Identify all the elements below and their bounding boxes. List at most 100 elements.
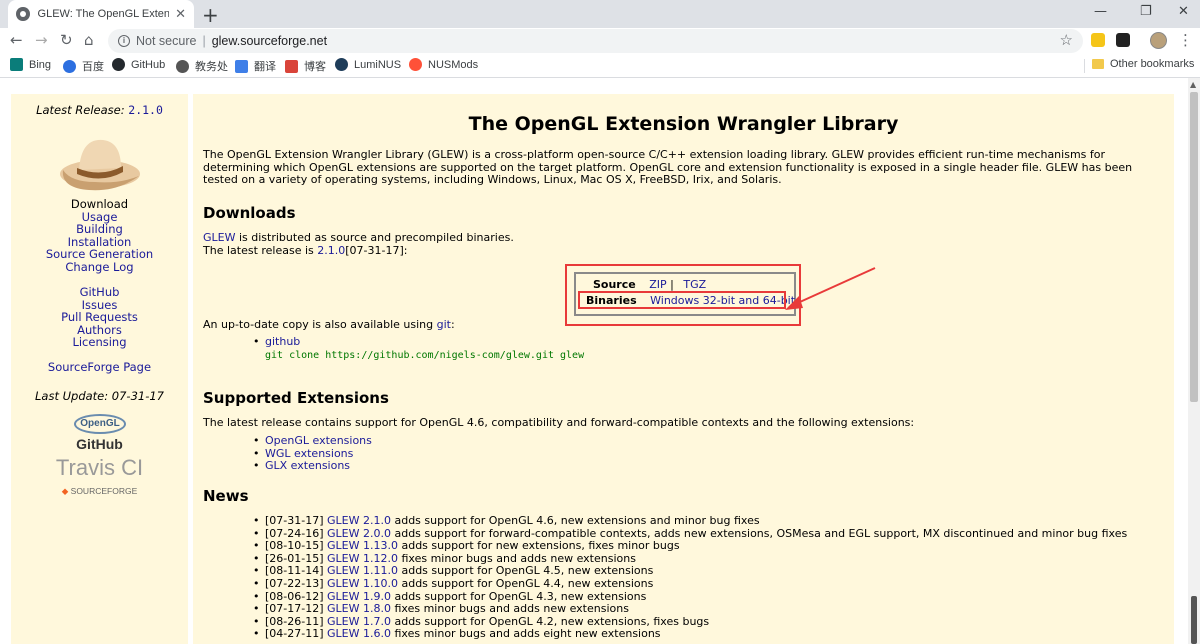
scrollbar-marker: [1191, 596, 1197, 644]
news-text: adds support for OpenGL 4.6, new extensi…: [390, 514, 760, 527]
news-link[interactable]: GLEW 1.12.0: [327, 552, 398, 565]
bookmark-label: 教务处: [195, 61, 228, 73]
binaries-highlight: [578, 291, 786, 309]
not-secure-label: Not secure: [136, 34, 197, 48]
other-bookmarks-label: Other bookmarks: [1110, 58, 1195, 70]
divider: [1084, 59, 1085, 73]
baidu-icon: [63, 59, 76, 73]
last-update: Last Update: 07-31-17: [35, 389, 164, 403]
bookmark-baidu[interactable]: 百度: [63, 58, 104, 74]
git-clone-command: git clone https://github.com/nigels-com/…: [265, 349, 585, 361]
extension-icon[interactable]: [1091, 33, 1105, 47]
profile-avatar[interactable]: [1150, 32, 1167, 49]
intro-paragraph: The OpenGL Extension Wrangler Library (G…: [203, 148, 1133, 187]
bookmark-jiaowuchu[interactable]: 教务处: [176, 58, 228, 74]
browser-tab[interactable]: GLEW: The OpenGL Extension ✕: [8, 0, 194, 28]
news-date: [07-24-16]: [265, 526, 324, 540]
sidebar-item-github[interactable]: GitHub: [11, 286, 188, 299]
source-row: Source ZIP | TGZ: [593, 278, 706, 291]
sidebar-item-building[interactable]: Building: [11, 223, 188, 236]
github-repo-link[interactable]: github: [265, 335, 300, 348]
news-text: fixes minor bugs and adds new extensions: [390, 602, 629, 616]
new-tab-button[interactable]: +: [202, 3, 219, 27]
news-link[interactable]: GLEW 1.13.0: [327, 539, 398, 552]
latest-release-date: [07-31-17]:: [345, 243, 408, 257]
latest-release-label: Latest Release:: [36, 103, 125, 117]
bookmark-fanyi[interactable]: 翻译: [235, 58, 276, 74]
news-date: [07-31-17]: [265, 514, 324, 527]
news-date: [07-17-12]: [265, 602, 324, 616]
scrollbar[interactable]: ▲: [1188, 78, 1200, 644]
bookmark-star-icon[interactable]: ☆: [1060, 31, 1073, 49]
news-link[interactable]: GLEW 1.7.0: [327, 615, 391, 628]
glew-hat-logo: [60, 139, 140, 191]
pipe: |: [670, 278, 674, 291]
bookmark-label: Bing: [29, 58, 52, 71]
minimize-icon[interactable]: —: [1094, 4, 1107, 19]
news-text: adds support for forward-compatible cont…: [390, 526, 1128, 540]
news-link[interactable]: GLEW 1.9.0: [327, 590, 391, 603]
opengl-logo[interactable]: OpenGL: [74, 414, 126, 434]
tab-strip: GLEW: The OpenGL Extension ✕ + — ❐ ✕: [0, 0, 1200, 28]
news-link[interactable]: GLEW 2.0.0: [327, 527, 391, 540]
downloads-heading: Downloads: [203, 204, 296, 222]
bookmark-bing[interactable]: Bing: [10, 58, 51, 71]
scrollbar-thumb[interactable]: [1190, 92, 1198, 402]
travis-ci-logo[interactable]: Travis CI: [11, 455, 188, 481]
maximize-icon[interactable]: ❐: [1140, 4, 1152, 19]
close-window-icon[interactable]: ✕: [1178, 4, 1189, 19]
source-label: Source: [593, 278, 636, 291]
latest-release-prefix: The latest release is: [203, 243, 318, 257]
menu-icon[interactable]: ⋮: [1178, 31, 1193, 49]
bookmark-nusmods[interactable]: NUSMods: [409, 58, 478, 71]
tgz-link[interactable]: TGZ: [683, 278, 706, 291]
reload-icon[interactable]: ↻: [60, 31, 73, 49]
sidebar-item-change-log[interactable]: Change Log: [11, 261, 188, 274]
toolbar: ← → ↻ ⌂ i Not secure | glew.sourceforge.…: [0, 28, 1200, 54]
translate-icon: [235, 59, 248, 73]
news-link[interactable]: GLEW 1.11.0: [327, 564, 398, 578]
git-link[interactable]: git: [437, 318, 451, 331]
bookmark-boke[interactable]: 博客: [285, 58, 326, 74]
zip-link[interactable]: ZIP: [649, 278, 666, 291]
close-icon[interactable]: ✕: [175, 7, 186, 22]
news-link[interactable]: GLEW 1.6.0: [327, 627, 391, 641]
scroll-up-icon[interactable]: ▲: [1190, 80, 1196, 89]
latest-release-link[interactable]: 2.1.0: [128, 103, 163, 117]
sidebar-item-licensing[interactable]: Licensing: [11, 336, 188, 349]
news-text: adds support for OpenGL 4.4, new extensi…: [397, 576, 654, 590]
news-text: fixes minor bugs and adds eight new exte…: [390, 627, 661, 641]
folder-icon: [1092, 59, 1104, 69]
home-icon[interactable]: ⌂: [84, 31, 94, 49]
info-icon[interactable]: i: [118, 35, 130, 47]
glx-extensions-link[interactable]: GLX extensions: [265, 459, 350, 472]
extension-icon[interactable]: [1116, 33, 1130, 47]
sourceforge-logo[interactable]: ◆ SOURCEFORGE: [11, 486, 188, 497]
wgl-extensions-link[interactable]: WGL extensions: [265, 447, 353, 460]
news-date: [26-01-15]: [265, 551, 324, 565]
git-list: github git clone https://github.com/nige…: [253, 335, 585, 362]
news-link[interactable]: GLEW 1.8.0: [327, 602, 391, 615]
bookmark-luminus[interactable]: LumiNUS: [335, 58, 401, 71]
forward-icon[interactable]: →: [35, 31, 48, 49]
sidebar-item-pull-requests[interactable]: Pull Requests: [11, 311, 188, 324]
news-text: adds support for new extensions, fixes m…: [397, 539, 680, 553]
downloads-text: GLEW is distributed as source and precom…: [203, 231, 1155, 257]
other-bookmarks[interactable]: Other bookmarks: [1092, 58, 1194, 70]
latest-release-link-main[interactable]: 2.1.0: [317, 244, 345, 257]
news-date: [08-06-12]: [265, 589, 324, 603]
bookmark-github[interactable]: GitHub: [112, 58, 165, 71]
glew-link[interactable]: GLEW: [203, 231, 235, 244]
news-link[interactable]: GLEW 1.10.0: [327, 577, 398, 590]
list-item: github: [253, 335, 584, 349]
back-icon[interactable]: ←: [10, 31, 23, 49]
news-link[interactable]: GLEW 2.1.0: [327, 514, 391, 527]
git-copy-prefix: An up-to-date copy is also available usi…: [203, 318, 437, 331]
address-bar[interactable]: i Not secure | glew.sourceforge.net ☆: [108, 29, 1083, 53]
url-text[interactable]: glew.sourceforge.net: [212, 34, 327, 48]
github-logo[interactable]: GitHub: [11, 436, 188, 452]
sidebar-item-sourceforge[interactable]: SourceForge Page: [11, 361, 188, 374]
news-heading: News: [203, 487, 249, 505]
latest-release: Latest Release: 2.1.0: [11, 103, 188, 117]
opengl-extensions-link[interactable]: OpenGL extensions: [265, 434, 372, 447]
